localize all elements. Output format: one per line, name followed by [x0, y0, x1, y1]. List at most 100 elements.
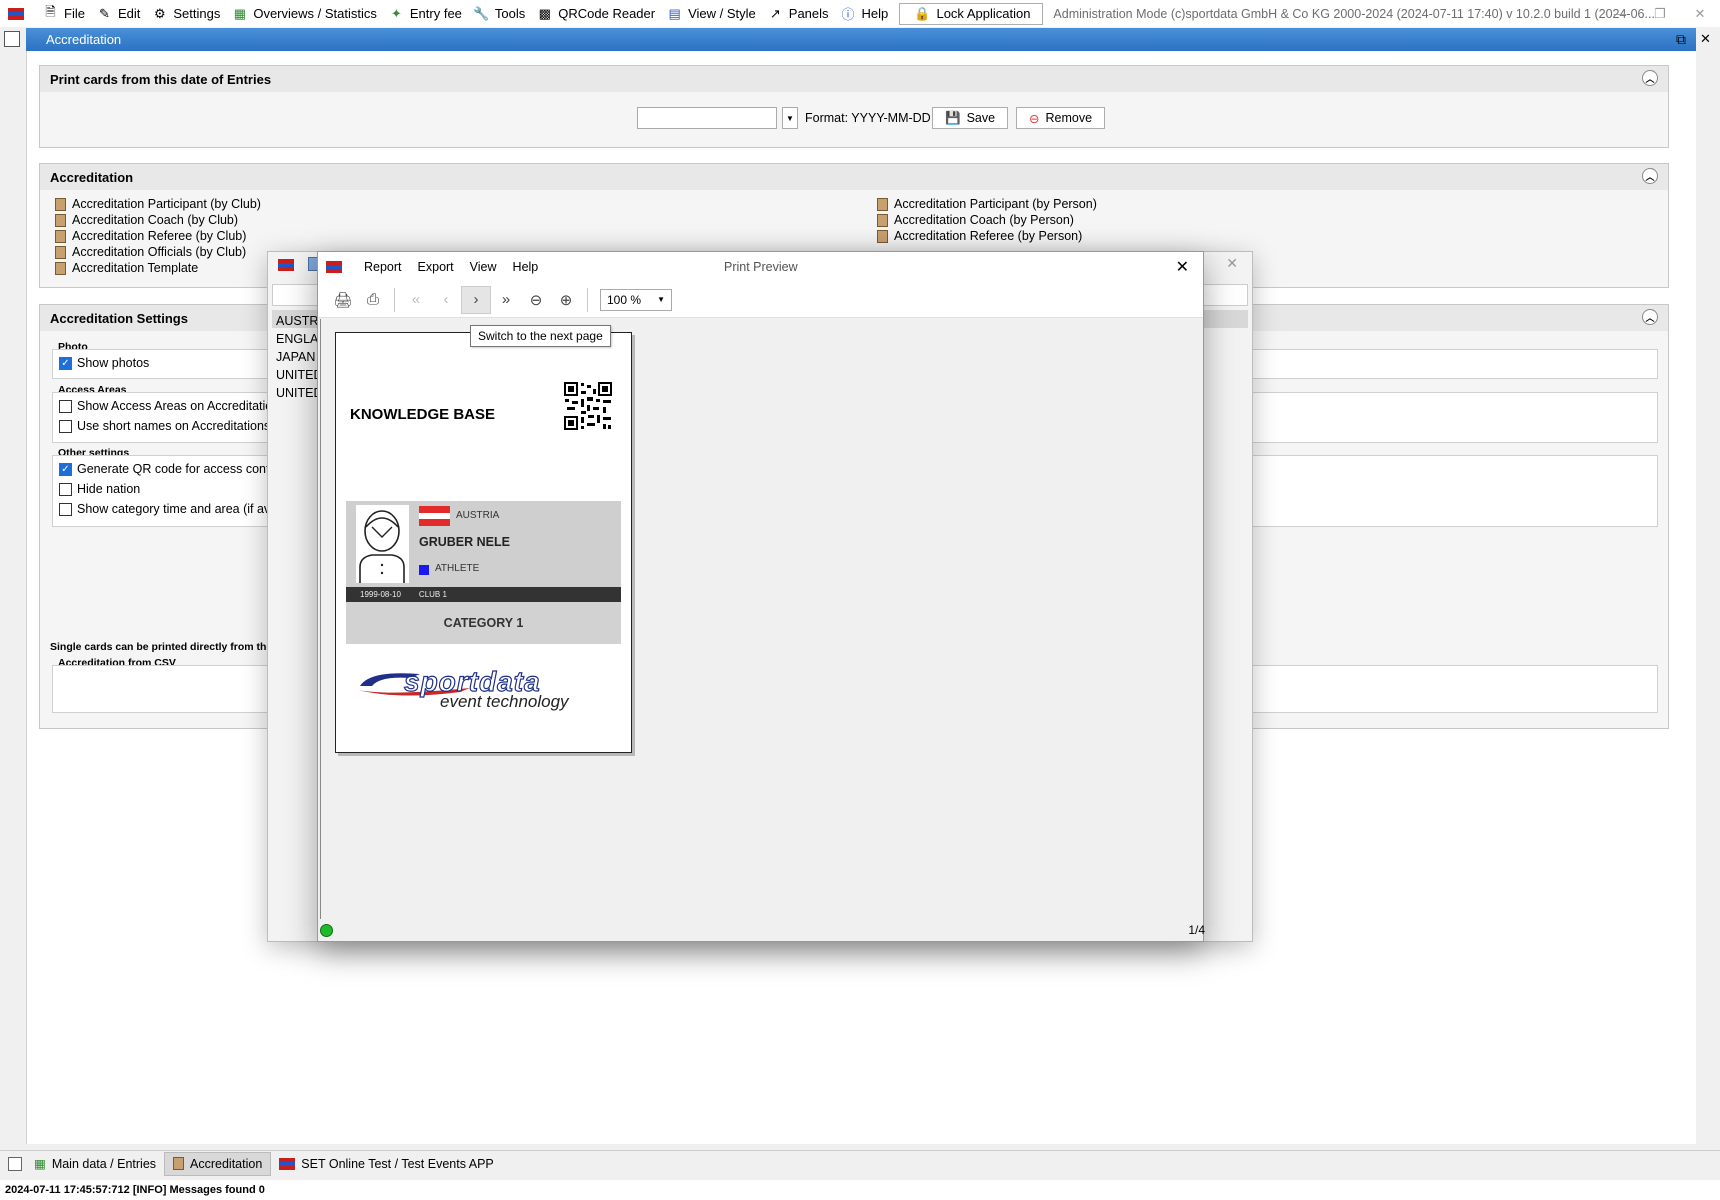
collapse-up-icon[interactable]: ︿ — [1642, 168, 1658, 184]
windows-icon — [8, 1156, 22, 1171]
report-icon — [877, 197, 888, 211]
menu-file[interactable]: 🗎 File — [38, 0, 92, 27]
preview-status-bar: 1/4 — [318, 919, 1205, 941]
window-list-icon[interactable] — [4, 31, 20, 47]
menu-view-style[interactable]: ▤ View / Style — [662, 0, 763, 27]
file-icon: 🗎 — [45, 3, 56, 19]
menu-tools[interactable]: 🔧 Tools — [469, 0, 532, 27]
close-preview-button[interactable]: ✕ — [1176, 257, 1189, 277]
report-icon — [55, 197, 66, 211]
menu-panels[interactable]: ↗ Panels — [763, 0, 836, 27]
panels-icon: ↗ — [769, 5, 781, 21]
athlete-name: GRUBER NELE — [419, 535, 510, 549]
tab-main-data[interactable]: ▦ Main data / Entries — [26, 1152, 164, 1176]
short-names-checkbox[interactable]: Use short names on Accreditations — [59, 419, 270, 433]
person-placeholder-icon — [356, 505, 409, 583]
badge-icon — [173, 1157, 185, 1170]
wrench-icon: 🔧 — [473, 5, 490, 21]
zoom-out-icon[interactable]: ⊖ — [521, 286, 551, 314]
toolbar-separator — [587, 287, 588, 312]
category-band: CATEGORY 1 — [346, 602, 621, 644]
format-label: Format: YYYY-MM-DD — [805, 111, 931, 125]
zoom-select[interactable]: 100 % ▼ — [600, 288, 672, 311]
restore-button[interactable]: ❐ — [1640, 0, 1680, 27]
money-icon: ✦ — [390, 5, 402, 21]
menu-help[interactable]: Help — [505, 260, 547, 274]
report-item[interactable]: Accreditation Coach (by Club) — [55, 212, 261, 228]
next-page-icon[interactable]: › — [461, 285, 491, 314]
preview-canvas: KNOWLEDGE BASE AUSTRIA GRUBER NELE ATHLE… — [320, 319, 1201, 919]
report-item[interactable]: Accreditation Officials (by Club) — [55, 244, 261, 260]
last-page-icon[interactable]: » — [491, 286, 521, 314]
view-icon: ▤ — [668, 5, 681, 21]
menu-view[interactable]: View — [462, 260, 505, 274]
next-page-tooltip: Switch to the next page — [470, 325, 611, 347]
first-page-icon[interactable]: « — [401, 286, 431, 314]
float-window-icon[interactable]: ⧉ — [1676, 31, 1686, 48]
report-item[interactable]: Accreditation Coach (by Person) — [877, 212, 1097, 228]
report-item[interactable]: Accreditation Participant (by Person) — [877, 196, 1097, 212]
save-button[interactable]: 💾 Save — [932, 107, 1009, 129]
status-ok-icon — [320, 924, 333, 937]
tab-list-icon[interactable] — [4, 1152, 26, 1176]
show-photos-checkbox[interactable]: ✓ Show photos — [59, 356, 149, 370]
qr-code-checkbox[interactable]: ✓ Generate QR code for access control — [59, 462, 283, 476]
report-icon — [55, 261, 66, 275]
date-input[interactable] — [637, 107, 777, 129]
menu-edit[interactable]: ✎ Edit — [92, 0, 147, 27]
hide-nation-checkbox[interactable]: Hide nation — [59, 482, 140, 496]
preview-title: Print Preview — [724, 260, 798, 274]
checkbox-icon — [59, 502, 72, 516]
report-item[interactable]: Accreditation Participant (by Club) — [55, 196, 261, 212]
remove-button[interactable]: ⊖ Remove — [1016, 107, 1106, 129]
report-icon — [877, 213, 888, 227]
menu-report[interactable]: Report — [356, 260, 410, 274]
zoom-in-icon[interactable]: ⊕ — [551, 286, 581, 314]
menu-bar: 🗎 File ✎ Edit ⚙ Settings ▦ Overviews / Stati… — [0, 0, 1720, 27]
app-logo-icon — [326, 261, 342, 273]
menu-export[interactable]: Export — [410, 260, 462, 274]
menu-help[interactable]: ⓘ Help — [836, 0, 896, 27]
tab-accreditation[interactable]: Accreditation — [164, 1151, 272, 1176]
accreditation-title-bar: Accreditation — [26, 28, 1696, 51]
date-dropdown-button[interactable]: ▼ — [782, 107, 798, 129]
tab-set-online-test[interactable]: SET Online Test / Test Events APP — [271, 1152, 501, 1176]
minimize-button[interactable]: ― — [1600, 0, 1640, 27]
chevron-down-icon: ▼ — [657, 295, 665, 304]
print-setup-icon[interactable]: 🖨 — [328, 286, 358, 314]
role-color-marker — [419, 565, 429, 575]
report-icon — [55, 229, 66, 243]
close-window-icon[interactable]: ✕ — [1700, 31, 1711, 47]
report-item[interactable]: Accreditation Template — [55, 260, 261, 276]
accreditation-card: KNOWLEDGE BASE AUSTRIA GRUBER NELE ATHLE… — [335, 332, 632, 753]
qr-code-icon — [563, 381, 613, 431]
lock-application-button[interactable]: 🔒 Lock Application — [899, 2, 1044, 25]
menu-overviews[interactable]: ▦ Overviews / Statistics — [227, 0, 384, 27]
show-access-areas-checkbox[interactable]: Show Access Areas on Accreditations — [59, 399, 285, 413]
accreditation-panel-header: Accreditation ︿ — [40, 164, 1668, 190]
menu-settings[interactable]: ⚙ Settings — [147, 0, 227, 27]
help-icon: ⓘ — [841, 7, 855, 22]
club-name: CLUB 1 — [418, 590, 447, 599]
print-preview-window: Report Export View Help Print Preview ✕ … — [317, 251, 1205, 942]
report-item[interactable]: Accreditation Referee (by Club) — [55, 228, 261, 244]
print-date-panel-header: Print cards from this date of Entries ︿ — [40, 66, 1668, 92]
menu-qrcode-reader[interactable]: ▩ QRCode Reader — [532, 0, 662, 27]
checkbox-icon — [59, 399, 72, 413]
menu-entry-fee[interactable]: ✦ Entry fee — [384, 0, 469, 27]
collapse-up-icon[interactable]: ︿ — [1642, 70, 1658, 86]
print-icon[interactable]: ⎙ — [358, 286, 388, 314]
close-app-button[interactable]: ✕ — [1680, 0, 1720, 27]
edit-icon: ✎ — [99, 5, 110, 21]
close-icon[interactable]: ✕ — [1226, 255, 1238, 272]
print-date-panel: Print cards from this date of Entries ︿ … — [39, 65, 1669, 148]
sportdata-logo: sportdata event technology — [350, 665, 620, 716]
report-item[interactable]: Accreditation Referee (by Person) — [877, 228, 1097, 244]
admin-mode-info: Administration Mode (c)sportdata GmbH & … — [1053, 6, 1655, 21]
birth-club-strip: 1999-08-10 CLUB 1 — [346, 587, 621, 602]
status-bar: 2024-07-11 17:45:57:712 [INFO] Messages … — [0, 1180, 1720, 1200]
athlete-info-box: AUSTRIA GRUBER NELE ATHLETE — [346, 501, 621, 587]
floppy-icon: 💾 — [945, 110, 961, 125]
previous-page-icon[interactable]: ‹ — [431, 286, 461, 314]
collapse-up-icon[interactable]: ︿ — [1642, 309, 1658, 325]
